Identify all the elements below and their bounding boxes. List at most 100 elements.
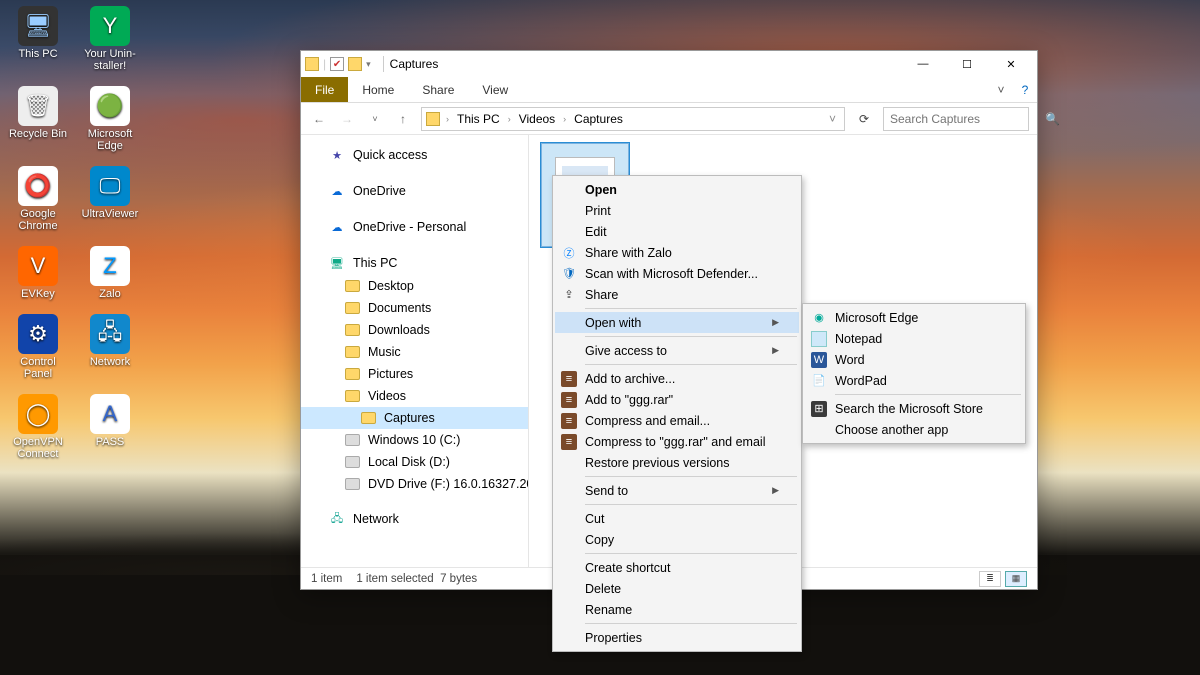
nav-quick-access[interactable]: ★Quick access [301,143,528,167]
desktop-icon-this-pc[interactable]: 🖥This PC [6,6,70,72]
nav-this-pc[interactable]: 🖥This PC [301,251,528,275]
ctx-compress-email[interactable]: ≡Compress and email... [555,410,799,431]
context-menu: Open Print Edit ⓏShare with Zalo 🛡Scan w… [552,175,802,652]
openwith-store[interactable]: ⊞Search the Microsoft Store [805,398,1023,419]
openwith-wordpad[interactable]: 📄WordPad [805,370,1023,391]
ctx-scan-defender[interactable]: 🛡Scan with Microsoft Defender... [555,263,799,284]
view-details-button[interactable]: ≣ [979,571,1001,587]
desktop-icon-zalo[interactable]: ZZalo [78,246,142,300]
ribbon-tab-view[interactable]: View [468,77,522,102]
ribbon-collapse-icon[interactable]: ˅ [989,77,1013,102]
nav-drive-d[interactable]: Local Disk (D:) [301,451,528,473]
address-dropdown-icon[interactable]: ˅ [825,112,840,126]
chevron-right-icon[interactable]: › [561,114,568,124]
navigation-pane: ★Quick access ☁OneDrive ☁OneDrive - Pers… [301,135,529,567]
titlebar[interactable]: | ✔ ▾ Captures — ☐ ✕ [301,51,1037,77]
ctx-properties[interactable]: Properties [555,627,799,648]
nav-up-button[interactable]: ↑ [393,112,413,126]
ribbon-tab-share[interactable]: Share [408,77,468,102]
desktop-icon-uninstaller[interactable]: YYour Unin-staller! [78,6,142,72]
ctx-add-archive[interactable]: ≡Add to archive... [555,368,799,389]
search-input[interactable] [890,112,1045,126]
breadcrumb[interactable]: › This PC › Videos › Captures ˅ [421,107,845,131]
ribbon-tab-home[interactable]: Home [348,77,408,102]
search-box[interactable]: 🔍 [883,107,1029,131]
desktop-icons: 🖥This PC YYour Unin-staller! 🗑Recycle Bi… [6,6,142,460]
refresh-button[interactable]: ⟳ [853,112,875,126]
ctx-cut[interactable]: Cut [555,508,799,529]
qat-dropdown-icon[interactable]: ▾ [366,59,371,70]
desktop-icon-evkey[interactable]: VEVKey [6,246,70,300]
ctx-add-ggg[interactable]: ≡Add to "ggg.rar" [555,389,799,410]
breadcrumb-captures[interactable]: Captures [570,112,627,126]
openwith-edge[interactable]: ◉Microsoft Edge [805,307,1023,328]
desktop-icon-chrome[interactable]: ⭕Google Chrome [6,166,70,232]
ctx-send-to[interactable]: Send to▶ [555,480,799,501]
desktop-icon-control-panel[interactable]: ⚙Control Panel [6,314,70,380]
ctx-delete[interactable]: Delete [555,578,799,599]
ribbon-file-tab[interactable]: File [301,77,348,102]
drive-icon [345,456,360,468]
view-thumbnails-button[interactable]: ▦ [1005,571,1027,587]
nav-drive-c[interactable]: Windows 10 (C:) [301,429,528,451]
desktop-icon-ultraviewer[interactable]: 🖵UltraViewer [78,166,142,232]
ctx-open[interactable]: Open [555,179,799,200]
ctx-share[interactable]: ⇪Share [555,284,799,305]
divider: | [323,57,326,71]
openwith-choose[interactable]: Choose another app [805,419,1023,440]
nav-onedrive[interactable]: ☁OneDrive [301,179,528,203]
nav-onedrive-personal[interactable]: ☁OneDrive - Personal [301,215,528,239]
nav-network[interactable]: 🖧Network [301,507,528,531]
wordpad-icon: 📄 [811,373,827,389]
help-button[interactable]: ? [1013,77,1037,102]
ctx-print[interactable]: Print [555,200,799,221]
nav-pictures[interactable]: Pictures [301,363,528,385]
notepad-icon [811,331,827,347]
maximize-button[interactable]: ☐ [945,51,989,77]
ctx-copy[interactable]: Copy [555,529,799,550]
ctx-create-shortcut[interactable]: Create shortcut [555,557,799,578]
folder-icon [426,112,440,126]
nav-desktop[interactable]: Desktop [301,275,528,297]
minimize-button[interactable]: — [901,51,945,77]
qat-properties-icon[interactable]: ✔ [330,57,344,71]
star-icon: ★ [329,147,345,163]
ctx-open-with[interactable]: Open with▶ [555,312,799,333]
breadcrumb-this-pc[interactable]: This PC [453,112,504,126]
desktop-icon-network[interactable]: 🖧Network [78,314,142,380]
close-button[interactable]: ✕ [989,51,1033,77]
ctx-share-zalo[interactable]: ⓏShare with Zalo [555,242,799,263]
desktop-icon-edge[interactable]: 🟢Microsoft Edge [78,86,142,152]
ctx-edit[interactable]: Edit [555,221,799,242]
qat-newfolder-icon[interactable] [348,57,362,71]
nav-back-button[interactable]: ← [309,112,329,126]
chevron-right-icon[interactable]: › [506,114,513,124]
ctx-compress-ggg-email[interactable]: ≡Compress to "ggg.rar" and email [555,431,799,452]
ctx-give-access[interactable]: Give access to▶ [555,340,799,361]
nav-videos[interactable]: Videos [301,385,528,407]
nav-recent-dropdown[interactable]: ˅ [365,114,385,124]
nav-documents[interactable]: Documents [301,297,528,319]
desktop-icon-openvpn[interactable]: ◯OpenVPN Connect [6,394,70,460]
openwith-notepad[interactable]: Notepad [805,328,1023,349]
nav-drive-dvd[interactable]: DVD Drive (F:) 16.0.16327.20264 [301,473,528,495]
pc-icon: 🖥 [329,255,345,271]
openwith-word[interactable]: WWord [805,349,1023,370]
search-icon[interactable]: 🔍 [1045,112,1060,126]
icon-label: UltraViewer [82,208,139,220]
icon-label: OpenVPN Connect [13,436,63,460]
icon-label: Your Unin-staller! [84,48,136,72]
ctx-restore-previous[interactable]: Restore previous versions [555,452,799,473]
desktop-icon-recycle-bin[interactable]: 🗑Recycle Bin [6,86,70,152]
desktop-icon-pass[interactable]: APASS [78,394,142,460]
chevron-right-icon: ▶ [772,485,779,496]
nav-music[interactable]: Music [301,341,528,363]
ctx-rename[interactable]: Rename [555,599,799,620]
nav-downloads[interactable]: Downloads [301,319,528,341]
icon-label: EVKey [21,288,55,300]
archive-icon: ≡ [561,392,577,408]
chevron-right-icon[interactable]: › [444,114,451,124]
icon-label: Microsoft Edge [88,128,133,152]
nav-captures[interactable]: Captures [301,407,528,429]
breadcrumb-videos[interactable]: Videos [515,112,559,126]
